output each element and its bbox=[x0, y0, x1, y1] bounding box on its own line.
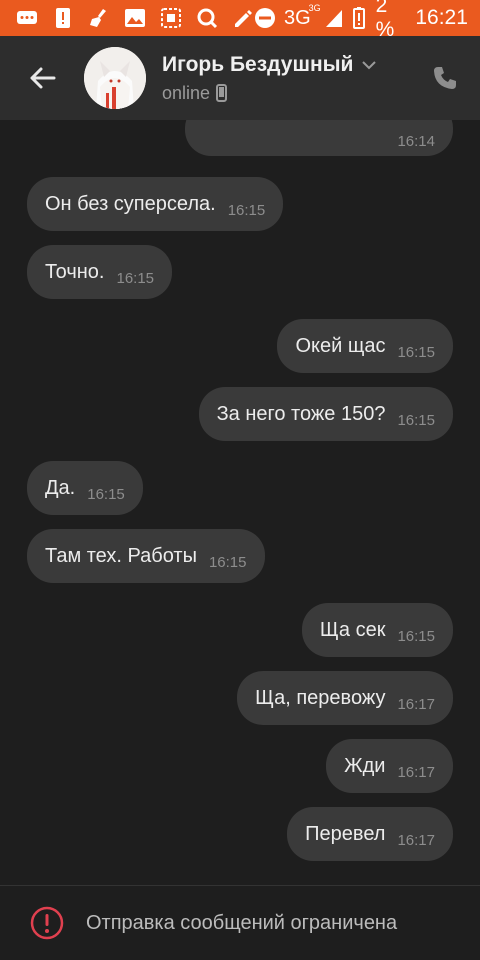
edit-icon bbox=[232, 8, 254, 28]
message-bubble-incoming[interactable]: Точно. 16:15 bbox=[27, 245, 173, 299]
message-bubble-incoming[interactable]: Да. 16:15 bbox=[27, 461, 143, 515]
message-text: Перевел bbox=[305, 822, 386, 845]
battery-icon bbox=[351, 7, 368, 29]
message-text: Ща, перевожу bbox=[255, 686, 386, 709]
message-text: Ща сек bbox=[319, 618, 386, 641]
chat-header: Игорь Бездушный online bbox=[0, 36, 480, 120]
message-bubble-incoming[interactable]: Он без суперсела. 16:15 bbox=[27, 177, 284, 231]
alert-notification-icon bbox=[52, 8, 74, 28]
chevron-down-icon[interactable] bbox=[361, 60, 377, 70]
message-time: 16:15 bbox=[116, 269, 155, 287]
message-text: Там тех. Работы bbox=[45, 544, 197, 567]
message-time: 16:15 bbox=[227, 201, 266, 219]
online-status: online bbox=[162, 82, 211, 103]
message-bubble-outgoing[interactable]: Окей щас 16:15 bbox=[277, 319, 453, 373]
message-time: 16:15 bbox=[397, 411, 435, 429]
message-time: 16:14 bbox=[397, 132, 435, 150]
messaging-restricted-bar: Отправка сообщений ограничена bbox=[0, 885, 480, 960]
back-button[interactable] bbox=[0, 36, 84, 120]
message-bubble-outgoing[interactable]: Жди 16:17 bbox=[326, 739, 453, 793]
network-type: 3G 3G bbox=[284, 2, 321, 29]
message-time: 16:17 bbox=[397, 831, 435, 849]
gallery-icon bbox=[124, 8, 146, 28]
phone-icon bbox=[434, 67, 456, 89]
message-time: 16:15 bbox=[397, 627, 435, 645]
cleaner-icon bbox=[88, 8, 110, 28]
message-bubble-incoming[interactable]: Там тех. Работы 16:15 bbox=[27, 529, 265, 583]
signal-icon bbox=[325, 8, 343, 28]
message-text: За него тоже 150? bbox=[216, 402, 386, 425]
message-text: Он без суперсела. bbox=[45, 192, 216, 215]
restriction-notice: Отправка сообщений ограничена bbox=[86, 911, 398, 934]
clock: 16:21 bbox=[415, 6, 468, 29]
message-text: Окей щас bbox=[295, 334, 386, 357]
message-time: 16:15 bbox=[208, 553, 247, 571]
message-text: Да. bbox=[45, 476, 76, 499]
avatar[interactable] bbox=[84, 47, 146, 109]
warning-icon bbox=[30, 906, 64, 940]
message-bubble-outgoing[interactable]: Ща, перевожу 16:17 bbox=[237, 671, 453, 725]
arrow-left-icon bbox=[30, 67, 56, 89]
mobile-device-icon bbox=[216, 84, 228, 102]
search-app-icon bbox=[196, 8, 218, 29]
message-bubble-outgoing[interactable]: Ща сек 16:15 bbox=[301, 603, 453, 657]
message-bubble-outgoing[interactable]: 16:14 bbox=[185, 120, 453, 156]
do-not-disturb-icon bbox=[254, 8, 276, 28]
status-bar: 3G 3G 2 % 16:21 bbox=[0, 0, 480, 41]
message-time: 16:15 bbox=[87, 485, 125, 503]
message-time: 16:17 bbox=[397, 695, 435, 713]
message-time: 16:15 bbox=[397, 343, 435, 361]
contact-name[interactable]: Игорь Бездушный bbox=[162, 53, 353, 77]
call-button[interactable] bbox=[410, 36, 480, 120]
message-time: 16:17 bbox=[397, 763, 435, 781]
message-bubble-outgoing[interactable]: За него тоже 150? 16:15 bbox=[198, 387, 453, 441]
message-text: Точно. bbox=[45, 260, 105, 283]
message-text: Жди bbox=[344, 754, 386, 777]
message-bubble-outgoing[interactable]: Перевел 16:17 bbox=[287, 807, 453, 861]
message-list[interactable]: 16:14 Он без суперсела. 16:15 Точно. 16:… bbox=[0, 120, 480, 885]
screenshot-icon bbox=[160, 8, 182, 28]
messages-notification-icon bbox=[16, 8, 38, 28]
